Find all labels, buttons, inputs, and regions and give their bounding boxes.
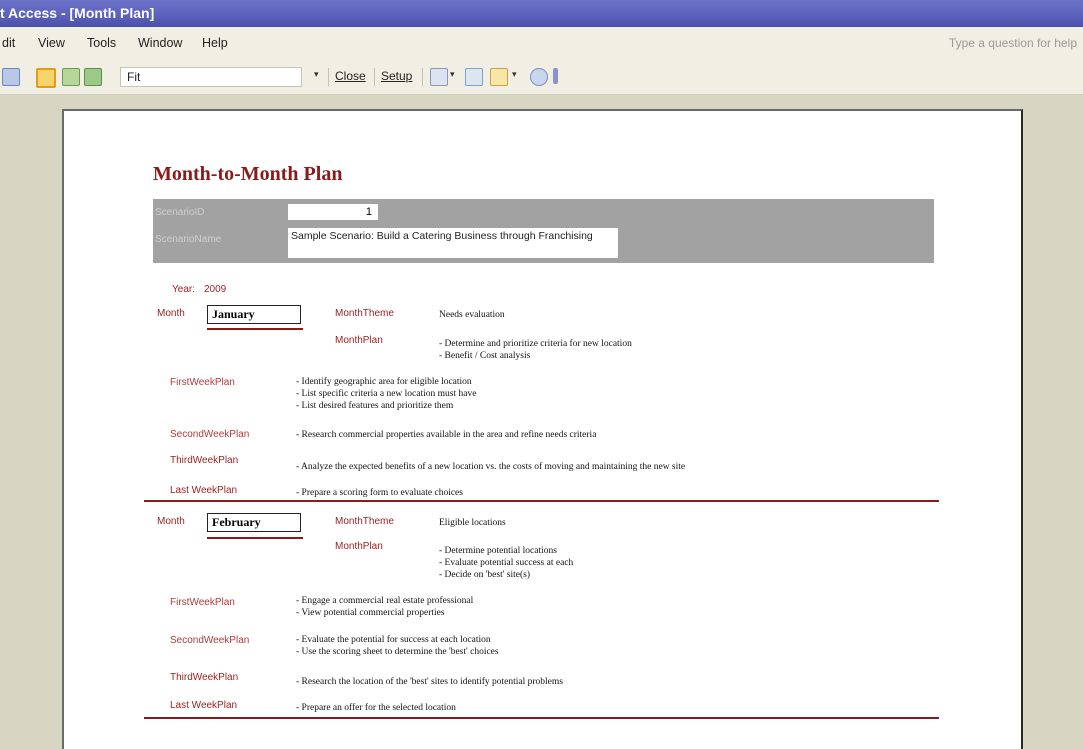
month-plan-text: - Determine and prioritize criteria for … — [439, 338, 632, 362]
week-plan-line: - Use the scoring sheet to determine the… — [296, 647, 499, 657]
toolbar-separator — [328, 68, 329, 86]
week3-text: - Research the location of the 'best' si… — [296, 676, 563, 688]
office-links-icon[interactable] — [430, 68, 448, 86]
menu-window[interactable]: Window — [138, 36, 182, 50]
zoom-value: Fit — [127, 70, 141, 84]
week-plan-line: - Engage a commercial real estate profes… — [296, 596, 474, 606]
week4-label: Last WeekPlan — [170, 485, 238, 496]
month-plan-label: MonthPlan — [335, 335, 383, 346]
week2-text: - Evaluate the potential for success at … — [296, 634, 499, 658]
year-value: 2009 — [204, 284, 227, 295]
scenario-name-value: Sample Scenario: Build a Catering Busine… — [291, 230, 593, 242]
month-divider — [144, 717, 939, 719]
week-plan-line: - Prepare an offer for the selected loca… — [296, 703, 456, 713]
office-links-dropdown-icon[interactable]: ▾ — [450, 69, 455, 80]
toolbar-separator — [374, 68, 375, 86]
month-theme-label: MonthTheme — [335, 516, 394, 527]
month-value: January — [212, 307, 255, 321]
month-label: Month — [157, 308, 185, 319]
week-plan-line: - Prepare a scoring form to evaluate cho… — [296, 488, 463, 498]
one-page-icon[interactable] — [36, 68, 56, 88]
week3-label: ThirdWeekPlan — [170, 455, 239, 466]
week-plan-line: - Evaluate the potential for success at … — [296, 635, 491, 645]
year-label: Year: — [172, 284, 195, 295]
month-theme-value: Needs evaluation — [439, 310, 505, 320]
month-plan-text: - Determine potential locations - Evalua… — [439, 545, 573, 581]
close-button[interactable]: Close — [335, 69, 366, 83]
week4-label: Last WeekPlan — [170, 700, 238, 711]
window-title: t Access - [Month Plan] — [0, 5, 155, 21]
month-plan-line: - Determine potential locations — [439, 546, 557, 556]
week1-text: - Identify geographic area for eligible … — [296, 376, 476, 412]
multiple-pages-icon[interactable] — [84, 68, 102, 86]
week1-label: FirstWeekPlan — [170, 597, 235, 608]
week1-label: FirstWeekPlan — [170, 377, 235, 388]
week2-label: SecondWeekPlan — [170, 635, 250, 646]
database-window-icon[interactable] — [465, 68, 483, 86]
month-underline — [207, 328, 303, 330]
help-icon[interactable] — [530, 68, 548, 86]
month-underline — [207, 537, 303, 539]
week3-text: - Analyze the expected benefits of a new… — [296, 461, 685, 473]
week-plan-line: - View potential commercial properties — [296, 608, 445, 618]
week2-label: SecondWeekPlan — [170, 429, 250, 440]
menu-view[interactable]: View — [38, 36, 65, 50]
toolbar-options-icon[interactable] — [553, 68, 558, 84]
menu-tools[interactable]: Tools — [87, 36, 116, 50]
new-object-icon[interactable] — [490, 68, 508, 86]
week-plan-line: - List desired features and prioritize t… — [296, 401, 454, 411]
menu-edit[interactable]: dit — [2, 36, 15, 50]
menu-help[interactable]: Help — [202, 36, 228, 50]
two-pages-icon[interactable] — [62, 68, 80, 86]
help-search-input[interactable]: Type a question for help — [949, 36, 1077, 50]
zoom-icon[interactable] — [2, 68, 20, 86]
month-field: January — [207, 305, 301, 324]
toolbar-separator — [422, 68, 423, 86]
month-plan-line: - Evaluate potential success at each — [439, 558, 574, 568]
print-preview-toolbar: Fit ▾ Close Setup ▾ ▾ — [0, 60, 1083, 95]
zoom-dropdown-icon[interactable]: ▾ — [314, 69, 319, 80]
scenario-name-label: ScenarioName — [155, 234, 222, 245]
month-divider — [144, 500, 939, 502]
week-plan-line: - Identify geographic area for eligible … — [296, 377, 472, 387]
month-field: February — [207, 513, 301, 532]
week-plan-line: - List specific criteria a new location … — [296, 389, 477, 399]
month-plan-label: MonthPlan — [335, 541, 383, 552]
month-value: February — [212, 515, 261, 529]
setup-button[interactable]: Setup — [381, 69, 412, 83]
month-label: Month — [157, 516, 185, 527]
scenario-id-label: ScenarioID — [155, 207, 205, 218]
week2-text: - Research commercial properties availab… — [296, 429, 596, 441]
report-title: Month-to-Month Plan — [153, 163, 343, 185]
scenario-id-field: 1 — [288, 204, 378, 220]
week-plan-line: - Research commercial properties availab… — [296, 430, 597, 440]
scenario-name-field: Sample Scenario: Build a Catering Busine… — [288, 228, 618, 258]
week3-label: ThirdWeekPlan — [170, 672, 239, 683]
week1-text: - Engage a commercial real estate profes… — [296, 595, 473, 619]
week-plan-line: - Analyze the expected benefits of a new… — [296, 462, 686, 472]
month-plan-line: - Determine and prioritize criteria for … — [439, 339, 632, 349]
scenario-id-value: 1 — [365, 206, 372, 218]
window-title-bar[interactable]: t Access - [Month Plan] — [0, 0, 1083, 27]
report-page[interactable]: Month-to-Month Plan ScenarioID 1 Scenari… — [62, 109, 1023, 749]
week-plan-line: - Research the location of the 'best' si… — [296, 677, 563, 687]
month-plan-line: - Decide on 'best' site(s) — [439, 570, 531, 580]
week4-text: - Prepare a scoring form to evaluate cho… — [296, 487, 463, 499]
week4-text: - Prepare an offer for the selected loca… — [296, 702, 456, 714]
month-plan-line: - Benefit / Cost analysis — [439, 351, 531, 361]
month-theme-value: Eligible locations — [439, 518, 506, 528]
zoom-select[interactable]: Fit — [120, 67, 302, 87]
menu-bar: dit View Tools Window Help Type a questi… — [0, 27, 1083, 60]
new-object-dropdown-icon[interactable]: ▾ — [512, 69, 517, 80]
month-theme-label: MonthTheme — [335, 308, 394, 319]
